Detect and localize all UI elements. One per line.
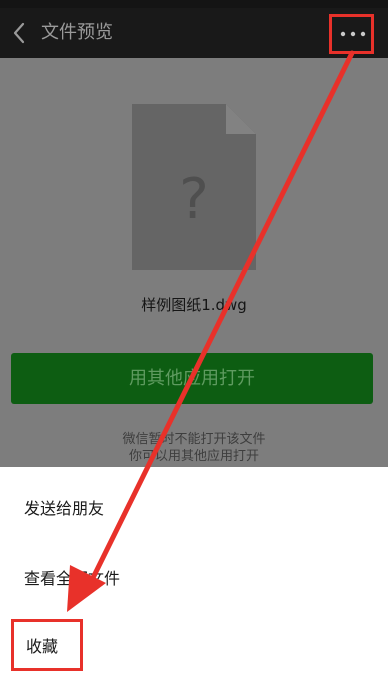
unsupported-notice: 微信暂时不能打开该文件 你可以用其他应用打开 <box>0 431 388 465</box>
status-bar <box>0 0 388 8</box>
file-name: 样例图纸1.dwg <box>141 296 247 314</box>
page-title: 文件预览 <box>41 22 113 43</box>
more-button[interactable] <box>329 14 374 54</box>
chevron-left-icon[interactable] <box>10 20 28 46</box>
menu-item-view-all-files[interactable]: 查看全部文件 <box>24 565 120 589</box>
menu-item-send-to-friend[interactable]: 发送给朋友 <box>24 495 104 519</box>
open-with-other-app-button[interactable]: 用其他应用打开 <box>11 353 373 404</box>
more-icon <box>340 31 366 37</box>
file-preview-area: ? 样例图纸1.dwg 用其他应用打开 微信暂时不能打开该文件 你可以用其他应用… <box>0 58 388 467</box>
notice-line-1: 微信暂时不能打开该文件 <box>122 432 266 447</box>
action-sheet: 发送给朋友 查看全部文件 收藏 <box>0 467 388 682</box>
file-icon-glyph: ? <box>179 167 209 232</box>
title-bar: 文件预览 <box>0 8 388 58</box>
notice-line-2: 你可以用其他应用打开 <box>128 449 259 464</box>
file-unknown-icon: ? <box>132 104 256 270</box>
menu-item-favorite[interactable]: 收藏 <box>26 633 58 657</box>
